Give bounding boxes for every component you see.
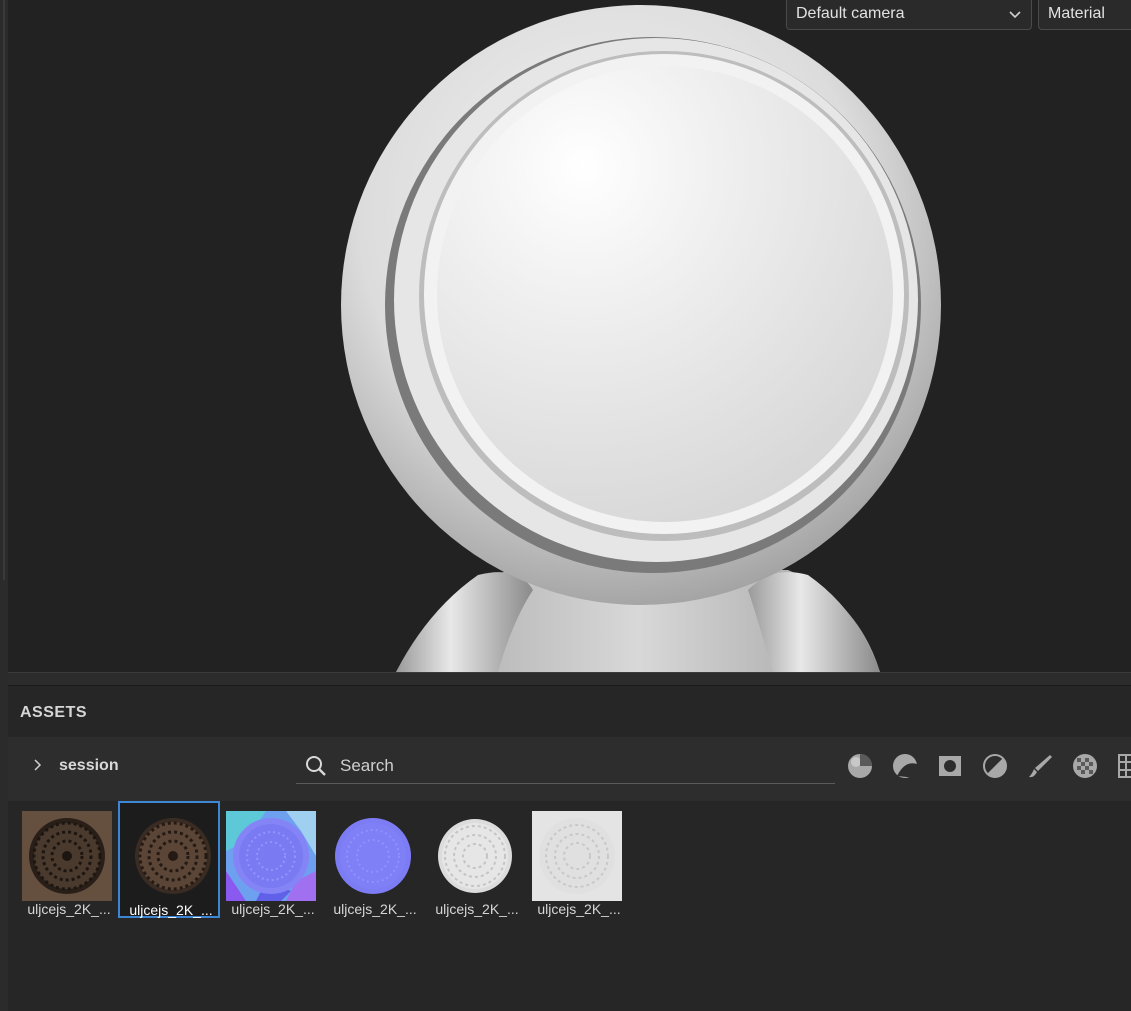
asset-label: uljcejs_2K_... — [333, 901, 417, 917]
asset-tile[interactable]: uljcejs_2K_... — [18, 801, 120, 918]
thumbnail-normal — [226, 811, 316, 901]
assets-panel: ASSETS session ul — [8, 686, 1131, 1011]
display-mode-select[interactable]: Material — [1038, 0, 1131, 30]
session-label[interactable]: session — [59, 757, 119, 775]
camera-select-value: Default camera — [796, 5, 905, 22]
asset-label: uljcejs_2K_... — [537, 901, 621, 917]
asset-label: uljcejs_2K_... — [27, 901, 111, 917]
display-mode-value: Material — [1048, 5, 1105, 22]
brush-icon[interactable] — [1026, 752, 1054, 780]
thumbnail-height — [430, 811, 520, 901]
search-input[interactable] — [340, 754, 820, 778]
panel-divider — [3, 0, 5, 580]
preview-mesh — [341, 5, 941, 672]
thumbnail-height — [532, 811, 622, 901]
asset-label: uljcejs_2K_... — [435, 901, 519, 917]
asset-tile[interactable]: uljcejs_2K_... — [426, 801, 528, 918]
material-sphere-icon[interactable] — [846, 752, 874, 780]
search-box[interactable] — [296, 750, 835, 784]
assets-toolbar: session — [8, 737, 1131, 801]
left-panel-edge — [0, 0, 8, 1011]
asset-tile[interactable]: uljcejs_2K_... — [222, 801, 324, 918]
chevron-right-icon[interactable] — [30, 757, 44, 773]
chevron-down-icon — [1009, 11, 1021, 19]
smart-material-icon[interactable] — [891, 752, 919, 780]
3d-viewport[interactable] — [8, 0, 1131, 672]
camera-select[interactable]: Default camera — [786, 0, 1032, 30]
thumbnail-basecolor — [22, 811, 112, 901]
asset-grid: uljcejs_2K_... uljcejs_2K_... uljcejs_2K… — [8, 801, 1131, 1011]
asset-tile[interactable]: uljcejs_2K_... — [528, 801, 630, 918]
asset-label: uljcejs_2K_... — [129, 902, 213, 918]
panel-title: ASSETS — [20, 704, 88, 721]
alpha-texture-icon[interactable] — [1071, 752, 1099, 780]
generator-icon[interactable] — [981, 752, 1009, 780]
asset-label: uljcejs_2K_... — [231, 901, 315, 917]
asset-tile-selected[interactable]: uljcejs_2K_... — [118, 801, 220, 918]
asset-tile[interactable]: uljcejs_2K_... — [324, 801, 426, 918]
thumbnail-basecolor — [128, 811, 218, 901]
panel-splitter[interactable] — [8, 672, 1131, 686]
thumbnail-normal — [328, 811, 418, 901]
search-icon — [306, 756, 326, 776]
grid-pattern-icon[interactable] — [1116, 752, 1131, 780]
mask-icon[interactable] — [936, 752, 964, 780]
